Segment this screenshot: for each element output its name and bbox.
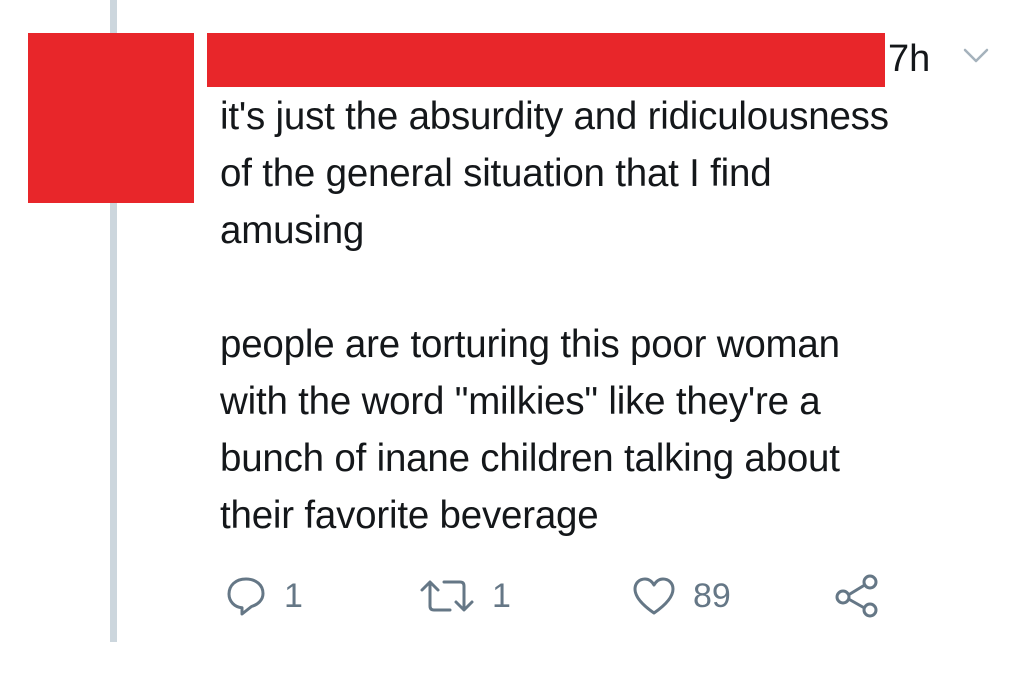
tweet-paragraph: it's just the absurdity and ridiculousne…	[220, 95, 889, 252]
share-icon	[835, 574, 878, 618]
reply-icon	[227, 577, 265, 616]
tweet-text: it's just the absurdity and ridiculousne…	[220, 88, 1020, 544]
like-count: 89	[693, 577, 731, 615]
tweet-paragraph: people are torturing this poor woman wit…	[220, 323, 840, 537]
tweet-actions: 1 1 89	[0, 570, 1036, 622]
heart-icon	[633, 577, 675, 615]
retweet-icon	[420, 580, 474, 612]
username-redacted[interactable]	[207, 33, 885, 87]
reply-button[interactable]: 1	[224, 570, 303, 622]
reply-count: 1	[284, 577, 303, 615]
tweet-timestamp[interactable]: 7h	[888, 36, 930, 82]
retweet-button[interactable]: 1	[418, 570, 511, 622]
avatar-redacted[interactable]	[28, 33, 194, 203]
retweet-count: 1	[492, 577, 511, 615]
share-button[interactable]	[832, 570, 882, 622]
like-button[interactable]: 89	[631, 570, 731, 622]
chevron-down-icon[interactable]	[962, 46, 990, 66]
